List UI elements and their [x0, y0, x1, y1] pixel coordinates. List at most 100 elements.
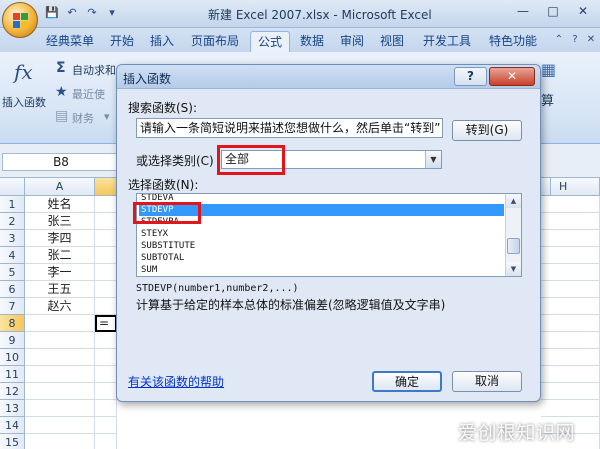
cell-b[interactable]	[95, 264, 117, 281]
collapse-ribbon-icon[interactable]: ⌃	[552, 33, 566, 47]
cell-b[interactable]	[95, 417, 117, 434]
function-list-item[interactable]: SUBTOTAL	[139, 252, 504, 264]
function-list-item[interactable]: SUM	[139, 264, 504, 276]
goto-button[interactable]: 转到(G)	[452, 120, 522, 141]
active-cell-b8[interactable]: =	[95, 315, 117, 332]
tab-formulas[interactable]: 公式	[250, 31, 290, 52]
cell-b[interactable]	[95, 383, 117, 400]
cell-h[interactable]	[541, 332, 600, 349]
cell-h[interactable]	[541, 247, 600, 264]
cell-h[interactable]	[541, 298, 600, 315]
row-header[interactable]: 5	[0, 264, 25, 281]
recent-button[interactable]: 最近使	[72, 86, 105, 102]
cell-b[interactable]	[95, 332, 117, 349]
qat-dropdown-icon[interactable]: ▾	[104, 6, 120, 20]
row-header[interactable]: 4	[0, 247, 25, 264]
cell-h[interactable]	[541, 383, 600, 400]
name-box[interactable]: B8	[2, 153, 120, 171]
cell-h[interactable]	[541, 281, 600, 298]
dialog-help-button[interactable]: ?	[454, 67, 487, 86]
row-header[interactable]: 7	[0, 298, 25, 315]
function-help-link[interactable]: 有关该函数的帮助	[128, 373, 224, 390]
insert-function-button[interactable]: 插入函数	[2, 94, 46, 110]
cell-h[interactable]	[541, 400, 600, 417]
redo-icon[interactable]: ↷	[84, 6, 100, 20]
save-icon[interactable]: 💾	[44, 6, 60, 20]
cell-b[interactable]	[95, 400, 117, 417]
cell-h[interactable]	[541, 264, 600, 281]
undo-icon[interactable]: ↶	[64, 6, 80, 20]
row-header[interactable]: 9	[0, 332, 25, 349]
function-list-item[interactable]: STEYX	[139, 228, 504, 240]
tab-home[interactable]: 开始	[106, 31, 138, 52]
cell-h[interactable]	[541, 196, 600, 213]
cell-a[interactable]: 姓名	[25, 196, 95, 213]
cell-b[interactable]	[95, 298, 117, 315]
cell-b[interactable]	[95, 213, 117, 230]
scroll-thumb[interactable]	[507, 238, 520, 254]
tab-data[interactable]: 数据	[296, 31, 328, 52]
calculation-options-icon[interactable]: ▦	[541, 60, 556, 79]
cell-h[interactable]	[541, 349, 600, 366]
row-header[interactable]: 13	[0, 400, 25, 417]
cancel-button[interactable]: 取消	[452, 371, 522, 392]
cell-a[interactable]: 李四	[25, 230, 95, 247]
cell-a[interactable]: 李一	[25, 264, 95, 281]
function-list-scrollbar[interactable]: ▲ ▼	[505, 194, 521, 276]
cell-b[interactable]	[95, 281, 117, 298]
cell-a[interactable]	[25, 332, 95, 349]
fx-icon[interactable]: fx	[14, 60, 33, 84]
tab-special-features[interactable]: 特色功能	[484, 31, 542, 52]
row-header[interactable]: 14	[0, 417, 25, 434]
cell-b[interactable]	[95, 349, 117, 366]
column-header-g[interactable]	[541, 178, 551, 196]
dialog-title-bar[interactable]: 插入函数 ? ✕	[117, 65, 540, 89]
cell-h[interactable]	[541, 230, 600, 247]
cell-h[interactable]	[541, 315, 600, 332]
help-icon[interactable]: ?	[568, 33, 582, 47]
finance-button[interactable]: 财务	[72, 110, 94, 126]
tab-view[interactable]: 视图	[376, 31, 408, 52]
category-dropdown-icon[interactable]: ▼	[425, 151, 441, 168]
cell-b[interactable]	[95, 366, 117, 383]
minimize-button[interactable]: —	[510, 2, 536, 22]
row-header[interactable]: 2	[0, 213, 25, 230]
dialog-close-button[interactable]: ✕	[489, 67, 535, 86]
cell-b[interactable]	[95, 196, 117, 213]
close-window-button[interactable]: ✕	[570, 2, 596, 22]
tab-page-layout[interactable]: 页面布局	[186, 31, 244, 52]
cell-a[interactable]: 王五	[25, 281, 95, 298]
row-header[interactable]: 15	[0, 434, 25, 449]
tab-developer[interactable]: 开发工具	[418, 31, 476, 52]
office-button[interactable]	[2, 2, 38, 38]
row-header[interactable]: 6	[0, 281, 25, 298]
row-header[interactable]: 3	[0, 230, 25, 247]
cell-a[interactable]	[25, 349, 95, 366]
maximize-button[interactable]: □	[540, 2, 566, 22]
tab-classic-menu[interactable]: 经典菜单	[42, 31, 98, 52]
row-header[interactable]: 10	[0, 349, 25, 366]
autosum-button[interactable]: 自动求和	[72, 62, 116, 78]
cell-a[interactable]	[25, 434, 95, 449]
column-header-h[interactable]: H	[551, 178, 600, 196]
search-function-input[interactable]: 请输入一条简短说明来描述您想做什么，然后单击“转到”	[136, 118, 443, 138]
cell-b[interactable]	[95, 434, 117, 449]
cell-b[interactable]	[95, 247, 117, 264]
tab-review[interactable]: 审阅	[336, 31, 368, 52]
cell-a[interactable]	[25, 315, 95, 332]
column-header-b[interactable]	[95, 178, 117, 196]
scroll-up-icon[interactable]: ▲	[506, 194, 521, 208]
cell-a[interactable]	[25, 400, 95, 417]
cell-a[interactable]: 赵六	[25, 298, 95, 315]
function-list-item[interactable]: SUBSTITUTE	[139, 240, 504, 252]
scroll-down-icon[interactable]: ▼	[506, 262, 521, 276]
cell-a[interactable]	[25, 383, 95, 400]
cell-h[interactable]	[541, 366, 600, 383]
cell-a[interactable]: 张二	[25, 247, 95, 264]
cell-h[interactable]	[541, 213, 600, 230]
cell-a[interactable]	[25, 366, 95, 383]
cell-b[interactable]	[95, 230, 117, 247]
row-header[interactable]: 8	[0, 315, 25, 332]
row-header[interactable]: 11	[0, 366, 25, 383]
column-header-a[interactable]: A	[25, 178, 95, 196]
